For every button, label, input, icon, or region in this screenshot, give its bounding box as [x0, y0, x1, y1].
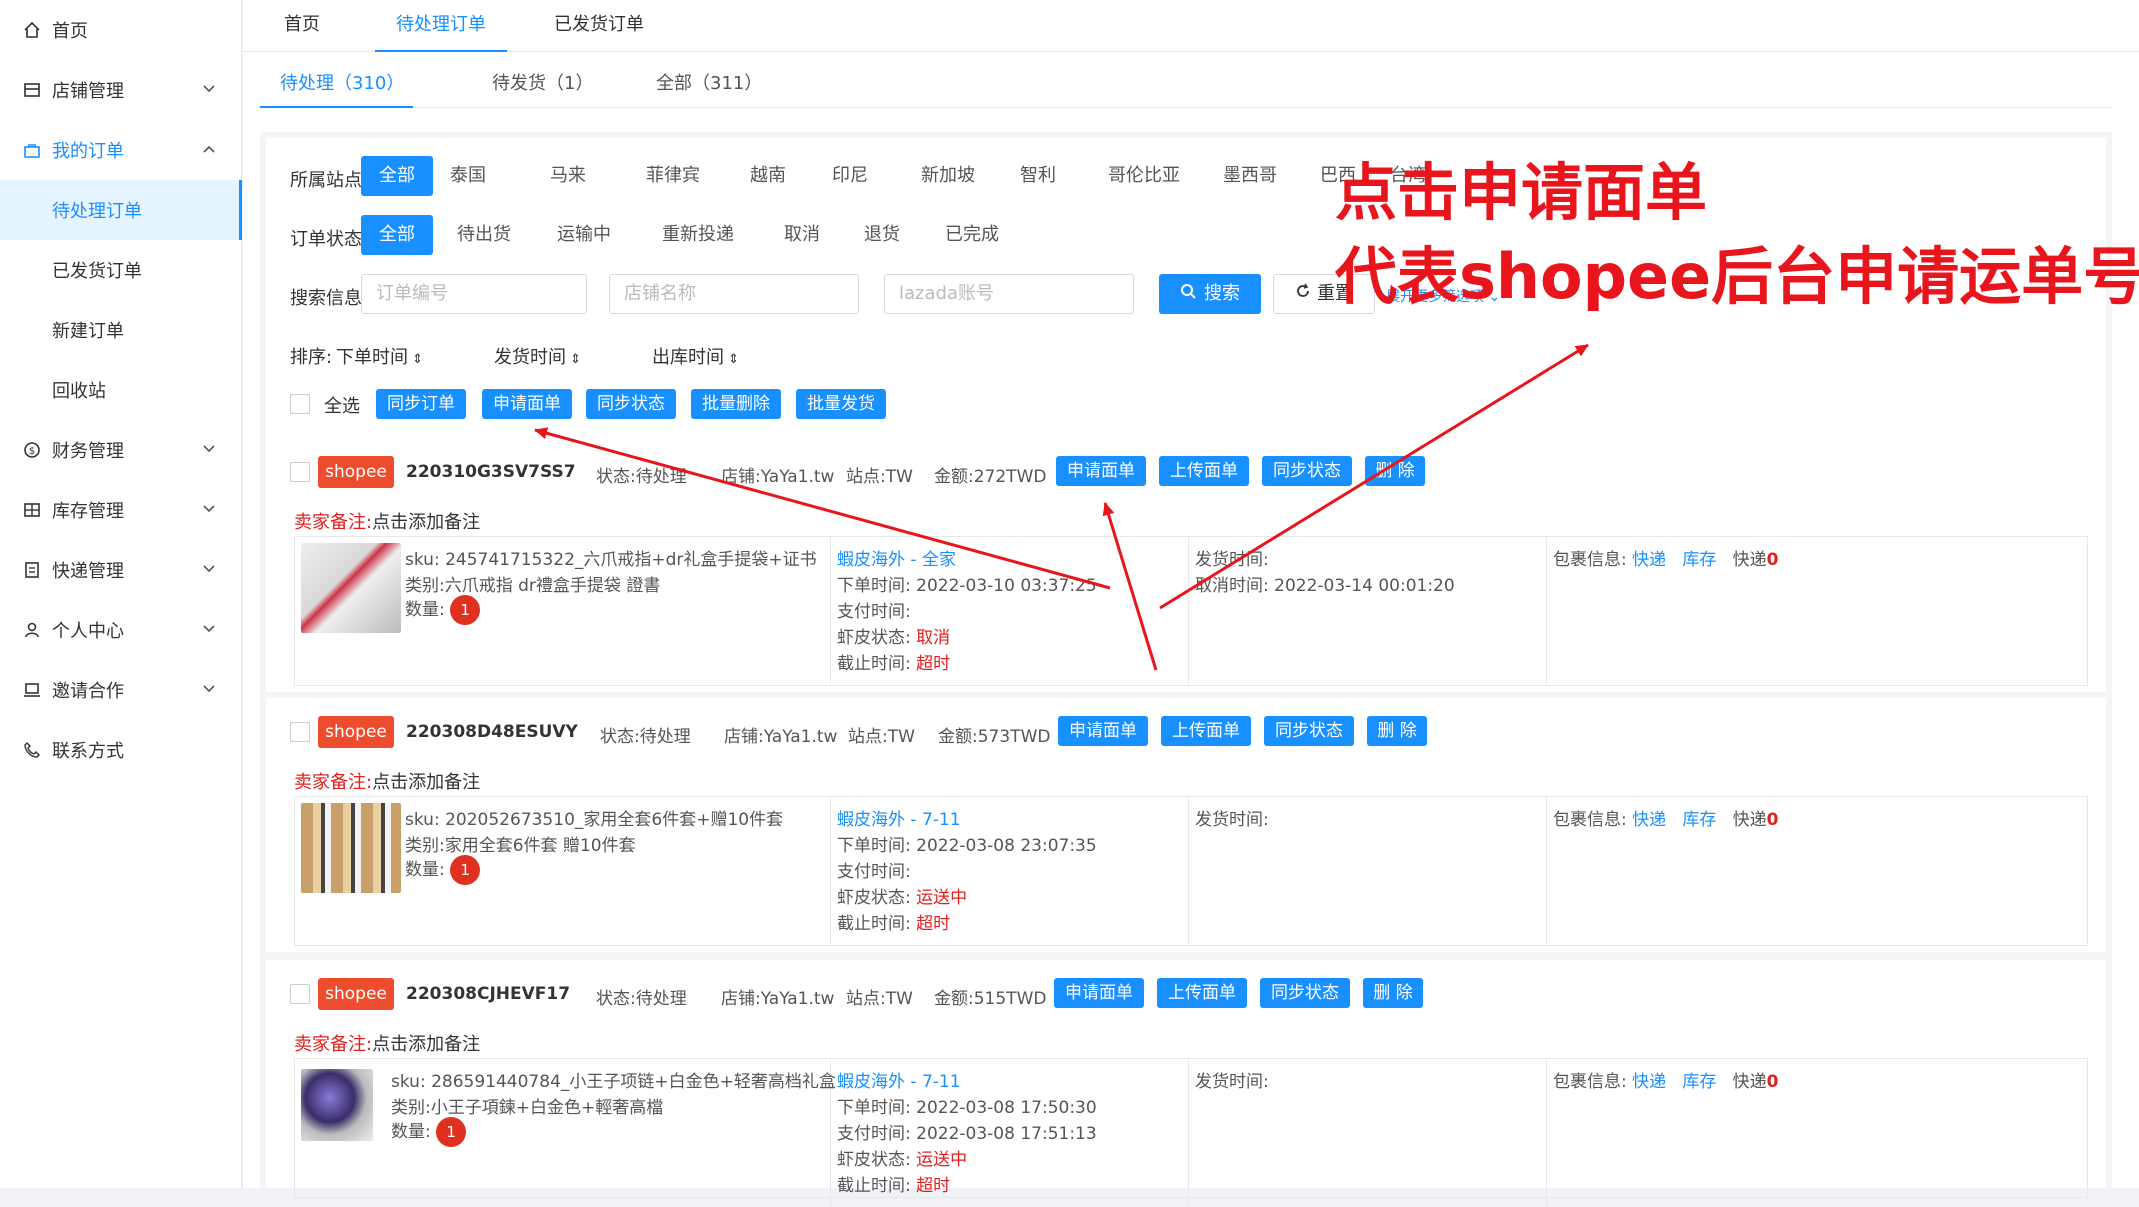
annotation-arrows: [534, 343, 1589, 671]
arrow-to-bulk-apply: [534, 427, 1111, 590]
arrow-to-order-apply: [1102, 502, 1158, 671]
arrow-to-annotation: [1159, 343, 1589, 610]
